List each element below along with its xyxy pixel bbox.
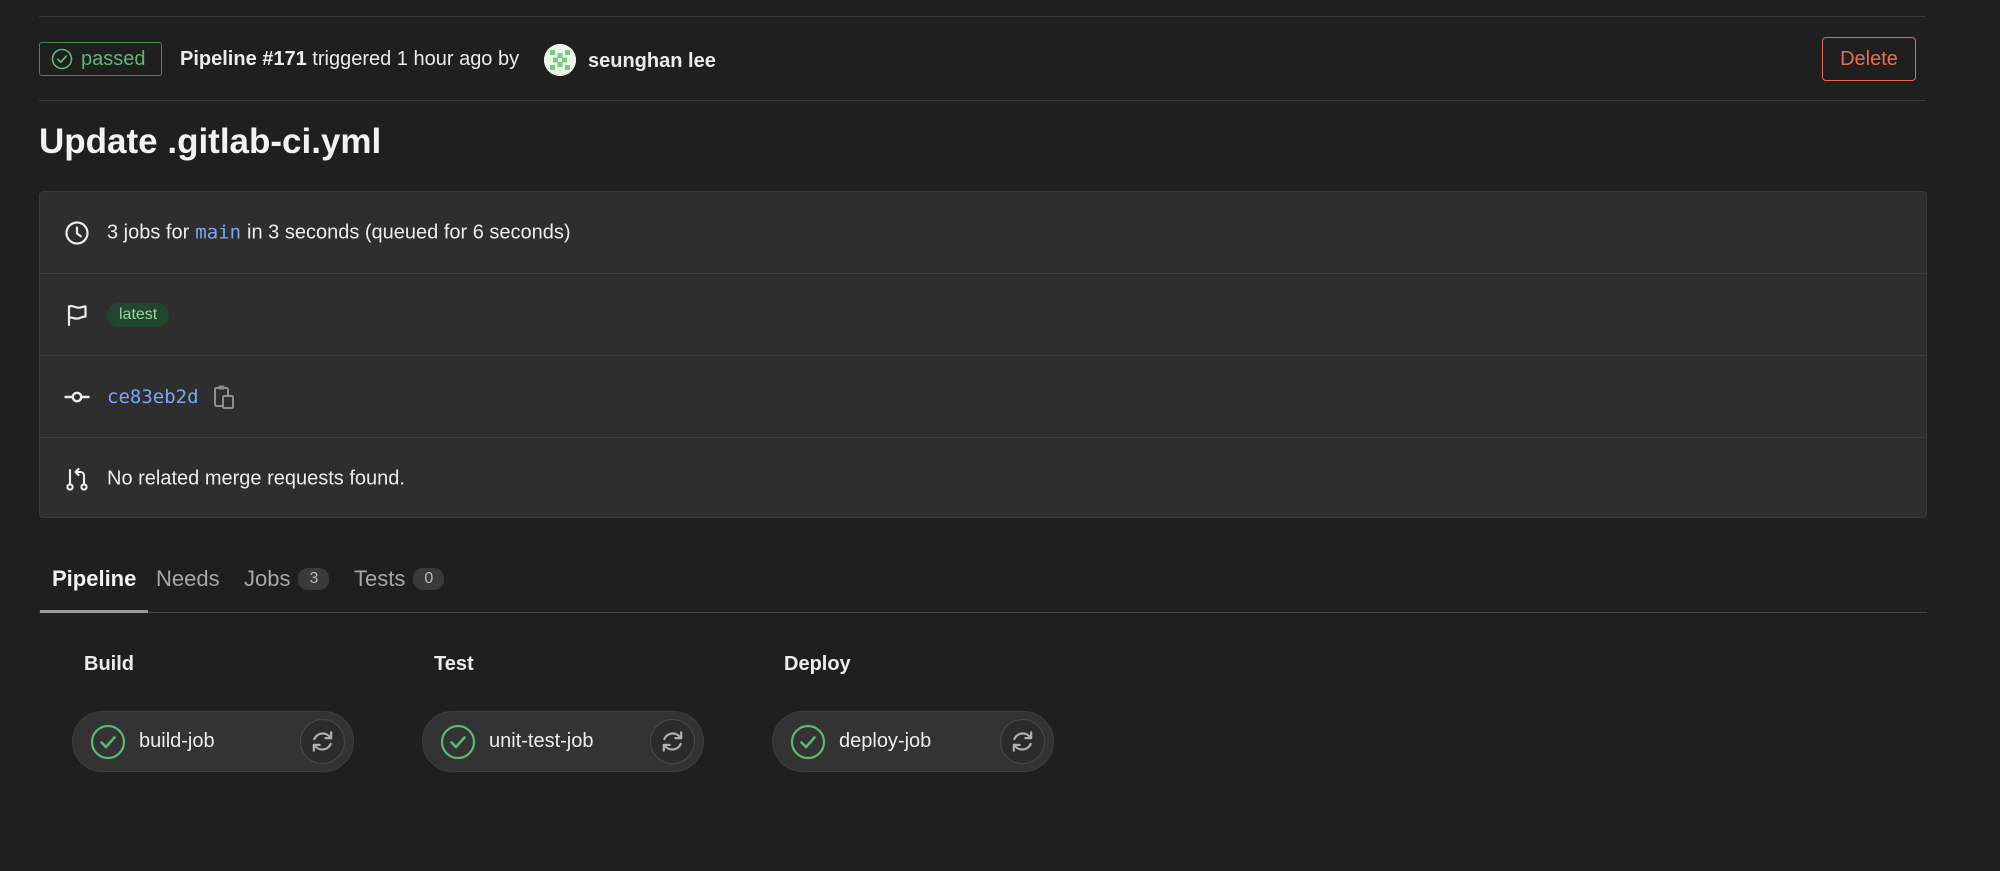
pipeline-info-card: 3 jobs for main in 3 seconds (queued for… xyxy=(39,191,1927,518)
job-deploy[interactable]: deploy-job xyxy=(772,711,1054,772)
info-row-merge-requests: No related merge requests found. xyxy=(40,438,1926,519)
delete-button[interactable]: Delete xyxy=(1822,37,1916,81)
stage-title-deploy: Deploy xyxy=(784,653,851,675)
info-row-duration: 3 jobs for main in 3 seconds (queued for… xyxy=(40,192,1926,274)
job-name: unit-test-job xyxy=(489,730,594,752)
commit-icon xyxy=(64,384,90,410)
tab-needs[interactable]: Needs xyxy=(156,546,220,611)
tab-label: Jobs xyxy=(244,565,291,591)
top-divider xyxy=(39,16,1926,17)
clock-icon xyxy=(64,220,90,246)
retry-button[interactable] xyxy=(300,719,345,764)
check-circle-icon xyxy=(440,724,476,760)
pipeline-id: Pipeline #171 xyxy=(180,48,307,70)
branch-link[interactable]: main xyxy=(195,222,241,244)
tests-count-badge: 0 xyxy=(413,567,445,590)
jobs-count-text: 3 jobs for xyxy=(107,221,190,243)
check-circle-icon xyxy=(790,724,826,760)
retry-button[interactable] xyxy=(650,719,695,764)
clipboard-icon[interactable] xyxy=(213,384,235,410)
flag-icon xyxy=(64,302,90,328)
duration-text: in 3 seconds (queued for 6 seconds) xyxy=(247,221,571,243)
tab-tests[interactable]: Tests 0 xyxy=(354,546,445,611)
latest-badge: latest xyxy=(107,302,170,327)
retry-icon xyxy=(1012,731,1033,752)
stage-title-test: Test xyxy=(434,653,474,675)
retry-icon xyxy=(312,731,333,752)
avatar[interactable] xyxy=(544,44,576,76)
author-link[interactable]: seunghan lee xyxy=(588,50,716,73)
tab-label: Needs xyxy=(156,565,220,591)
commit-sha-link[interactable]: ce83eb2d xyxy=(107,386,199,408)
job-name: deploy-job xyxy=(839,730,932,752)
status-badge[interactable]: passed xyxy=(39,42,162,76)
check-circle-icon xyxy=(51,48,73,70)
pipeline-header: passed Pipeline #171 triggered 1 hour ag… xyxy=(39,36,1926,101)
tab-label: Pipeline xyxy=(52,565,137,591)
stage-title-build: Build xyxy=(84,653,134,675)
retry-icon xyxy=(662,731,683,752)
tab-jobs[interactable]: Jobs 3 xyxy=(244,546,330,611)
jobs-count-badge: 3 xyxy=(298,567,330,590)
check-circle-icon xyxy=(90,724,126,760)
pipeline-summary: Pipeline #171 triggered 1 hour ago by xyxy=(180,48,519,71)
job-name: build-job xyxy=(139,730,215,752)
merge-request-icon xyxy=(64,466,90,492)
job-unit-test[interactable]: unit-test-job xyxy=(422,711,704,772)
pipeline-tabs: Pipeline Needs Jobs 3 Tests 0 xyxy=(39,546,1927,613)
tab-label: Tests xyxy=(354,565,406,591)
status-label: passed xyxy=(81,47,146,70)
page-title: Update .gitlab-ci.yml xyxy=(39,122,382,161)
retry-button[interactable] xyxy=(1000,719,1045,764)
info-row-tags: latest xyxy=(40,274,1926,356)
info-row-commit: ce83eb2d xyxy=(40,356,1926,438)
tab-pipeline[interactable]: Pipeline xyxy=(39,546,149,613)
job-build[interactable]: build-job xyxy=(72,711,354,772)
triggered-text: triggered 1 hour ago by xyxy=(306,48,520,70)
identicon-icon xyxy=(544,44,576,76)
merge-requests-text: No related merge requests found. xyxy=(107,467,405,489)
